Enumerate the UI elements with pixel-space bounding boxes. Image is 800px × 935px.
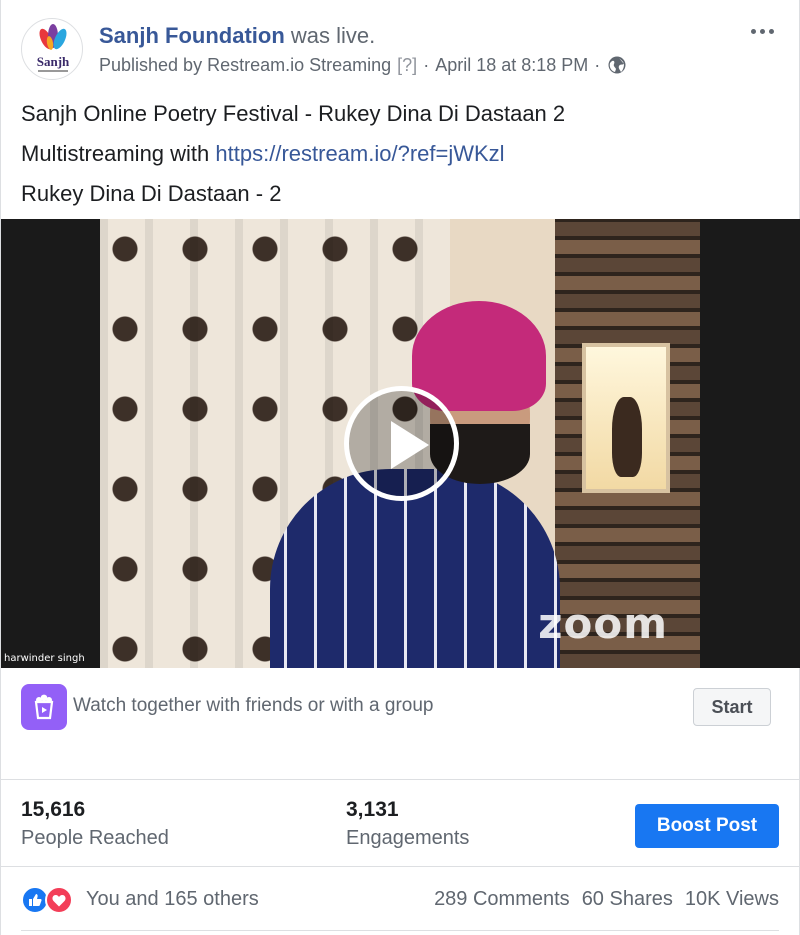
vase <box>612 397 642 477</box>
reaction-summary[interactable]: You and 165 others <box>86 888 259 911</box>
post-body: Sanjh Online Poetry Festival - Rukey Din… <box>21 94 781 214</box>
video-player[interactable]: zoom harwinder singh <box>1 219 800 668</box>
published-by-label: Published by <box>99 55 203 75</box>
zoom-watermark: zoom <box>538 599 668 648</box>
multistream-label: Multistreaming with <box>21 141 210 166</box>
love-icon <box>45 886 73 914</box>
page-name-link[interactable]: Sanjh Foundation <box>99 23 285 48</box>
restream-link[interactable]: https://restream.io/?ref=jWKzl <box>215 141 504 166</box>
video-frame: zoom <box>100 219 700 668</box>
post-action-text: was live. <box>290 23 376 48</box>
watch-together-bar: Watch together with friends or with a gr… <box>1 668 800 780</box>
participant-name-label: harwinder singh <box>4 653 85 664</box>
publisher-app-link[interactable]: Restream.io Streaming <box>207 53 391 77</box>
avatar-text: Sanjh <box>37 54 70 69</box>
engagement-counts: 289 Comments 60 Shares 10K Views <box>434 888 779 911</box>
post-meta: Published by Restream.io Streaming [?] ·… <box>99 53 626 77</box>
post-insights: 15,616 People Reached 3,131 Engagements … <box>1 781 800 867</box>
page-avatar[interactable]: Sanjh <box>21 18 83 80</box>
boost-post-button[interactable]: Boost Post <box>635 804 779 848</box>
help-link[interactable]: [?] <box>397 53 417 77</box>
header-title: Sanjh Foundation was live. <box>99 22 626 50</box>
reaction-icons[interactable] <box>21 886 81 914</box>
sanjh-logo-icon: Sanjh <box>37 24 70 72</box>
views-count[interactable]: 10K Views <box>685 888 779 911</box>
separator-dot: · <box>594 55 601 75</box>
post-header: Sanjh Sanjh Foundation was live. Publish… <box>21 16 781 86</box>
comments-count[interactable]: 289 Comments <box>434 888 570 911</box>
separator-dot: · <box>423 55 430 75</box>
people-reached-stat[interactable]: 15,616 People Reached <box>21 797 169 853</box>
reactions-bar: You and 165 others 289 Comments 60 Share… <box>1 868 800 932</box>
divider <box>21 930 779 931</box>
start-watch-party-button[interactable]: Start <box>693 688 771 726</box>
post-text-line-1: Sanjh Online Poetry Festival - Rukey Din… <box>21 101 566 126</box>
people-reached-value: 15,616 <box>21 798 86 821</box>
engagements-label: Engagements <box>346 827 470 849</box>
shares-count[interactable]: 60 Shares <box>582 888 673 911</box>
play-icon[interactable] <box>344 386 459 501</box>
globe-icon[interactable] <box>608 56 626 74</box>
more-options-icon[interactable] <box>747 20 777 42</box>
post-timestamp[interactable]: April 18 at 8:18 PM <box>435 53 588 77</box>
live-video-post: Sanjh Sanjh Foundation was live. Publish… <box>0 0 800 935</box>
people-reached-label: People Reached <box>21 827 169 849</box>
engagements-value: 3,131 <box>346 798 399 821</box>
post-text-line-2: Multistreaming with https://restream.io/… <box>21 134 781 174</box>
watch-party-icon[interactable] <box>21 684 67 730</box>
engagements-stat[interactable]: 3,131 Engagements <box>346 797 469 853</box>
header-text: Sanjh Foundation was live. Published by … <box>99 22 626 77</box>
watch-together-text: Watch together with friends or with a gr… <box>73 695 434 716</box>
post-text-line-3: Rukey Dina Di Dastaan - 2 <box>21 181 282 206</box>
